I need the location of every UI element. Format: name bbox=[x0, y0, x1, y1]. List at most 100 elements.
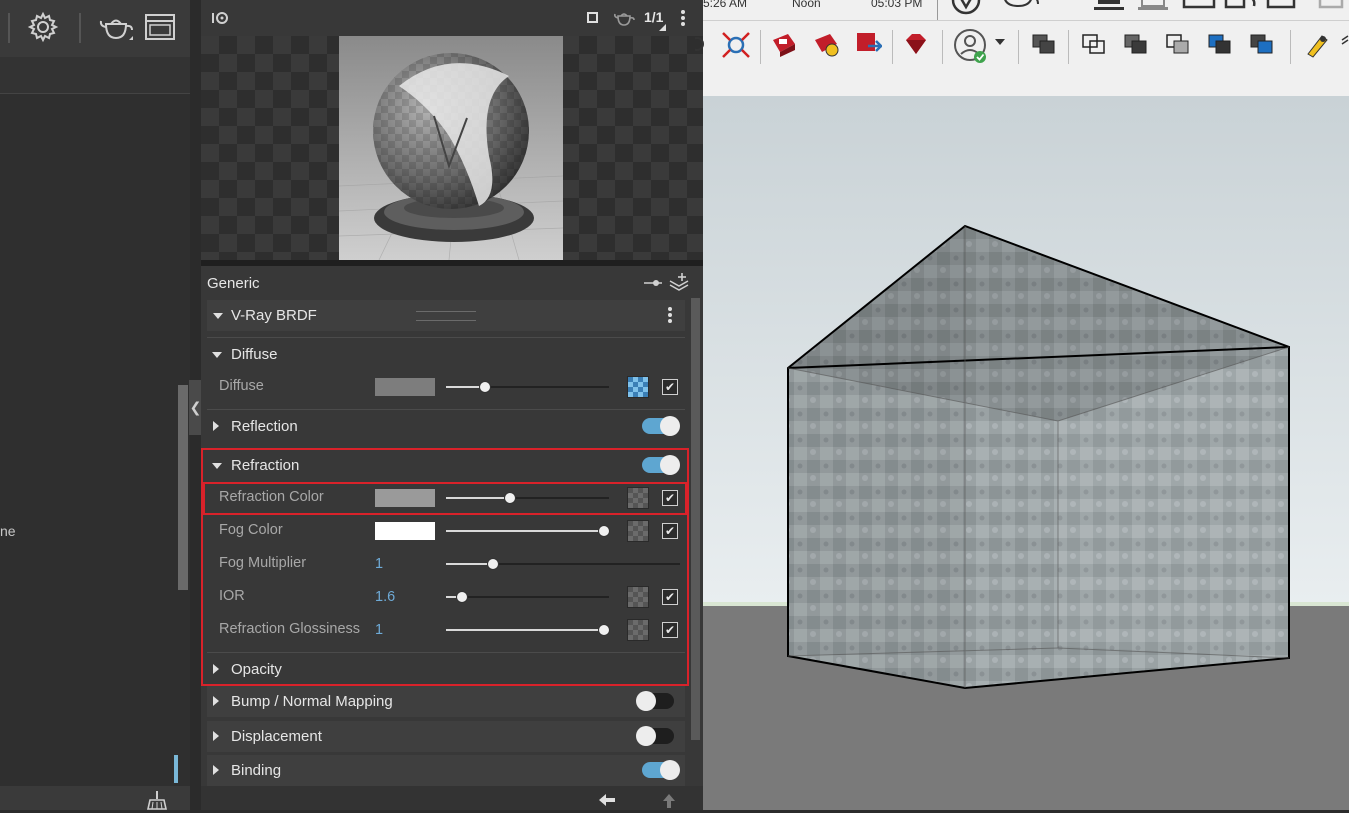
left-partial-text: ne bbox=[0, 523, 16, 539]
refraction-color-texture-map-icon[interactable] bbox=[627, 487, 649, 509]
render-interactive-icon[interactable] bbox=[1136, 0, 1170, 16]
preview-teapot-icon[interactable] bbox=[613, 8, 635, 28]
ior-slider-track[interactable] bbox=[446, 596, 609, 598]
displacement-section-title[interactable]: Displacement bbox=[231, 728, 322, 745]
refraction-glossiness-slider-fill bbox=[446, 629, 605, 631]
fog-multiplier-value[interactable]: 1 bbox=[375, 556, 383, 572]
displacement-expand-caret-icon[interactable] bbox=[213, 731, 219, 741]
teapot-render-icon[interactable] bbox=[97, 10, 135, 44]
refraction-color-swatch[interactable] bbox=[375, 489, 435, 507]
fog-color-enable-checkbox[interactable]: ✔ bbox=[662, 523, 678, 539]
fog-multiplier-slider-knob[interactable] bbox=[486, 558, 499, 570]
left-subbar bbox=[0, 57, 190, 94]
reflection-expand-caret-icon[interactable] bbox=[213, 421, 219, 431]
binding-toggle[interactable] bbox=[642, 760, 680, 780]
refraction-glossiness-enable-checkbox[interactable]: ✔ bbox=[662, 622, 678, 638]
export-vrscene-icon[interactable] bbox=[854, 30, 885, 58]
binding-section-title[interactable]: Binding bbox=[231, 762, 281, 779]
diffuse-texture-map-icon[interactable] bbox=[627, 376, 649, 398]
diffuse-slider-knob[interactable] bbox=[479, 381, 492, 393]
mesh-light-icon[interactable] bbox=[1122, 30, 1150, 58]
preview-lock-icon[interactable] bbox=[210, 8, 232, 28]
diffuse-param-label: Diffuse bbox=[219, 378, 264, 394]
render-teapot-icon[interactable] bbox=[1092, 0, 1126, 16]
refraction-glossiness-slider-knob[interactable] bbox=[598, 624, 611, 636]
gem-material-icon[interactable] bbox=[902, 30, 930, 58]
opacity-section-title[interactable]: Opacity bbox=[231, 661, 282, 678]
clipper-object-icon[interactable] bbox=[1080, 30, 1108, 58]
toolbar-separator bbox=[1290, 30, 1291, 64]
divider bbox=[207, 652, 685, 653]
toolbar-separator bbox=[760, 30, 761, 64]
export-scene-icon[interactable] bbox=[812, 30, 840, 58]
fog-color-slider-knob[interactable] bbox=[598, 525, 611, 537]
preview-more-menu-icon[interactable] bbox=[678, 9, 688, 29]
refraction-collapse-caret-icon[interactable] bbox=[212, 463, 222, 469]
bump-toggle[interactable] bbox=[636, 691, 674, 711]
refraction-toggle[interactable] bbox=[642, 455, 680, 475]
bump-expand-caret-icon[interactable] bbox=[213, 696, 219, 706]
bump-section-title[interactable]: Bump / Normal Mapping bbox=[231, 693, 393, 710]
ior-enable-checkbox[interactable]: ✔ bbox=[662, 589, 678, 605]
diffuse-enable-checkbox[interactable]: ✔ bbox=[662, 379, 678, 395]
account-dropdown-caret-icon[interactable] bbox=[995, 39, 1005, 45]
vray-logo-icon[interactable] bbox=[950, 0, 982, 16]
add-layer-icon[interactable] bbox=[668, 272, 690, 292]
sketchup-3d-viewport[interactable] bbox=[703, 96, 1349, 810]
measure-tape-icon[interactable] bbox=[1302, 30, 1330, 58]
frame-buffer-window-icon[interactable] bbox=[144, 13, 176, 41]
divider bbox=[207, 409, 685, 410]
settings-gear-icon[interactable] bbox=[26, 10, 60, 44]
refraction-glossiness-texture-map-icon[interactable] bbox=[627, 619, 649, 641]
frame-buffer-icon[interactable] bbox=[1182, 0, 1218, 14]
lister-icon[interactable] bbox=[1266, 0, 1302, 14]
partial-tool-icon[interactable] bbox=[690, 36, 707, 56]
broom-cleanup-icon[interactable] bbox=[146, 790, 168, 810]
left-selection-marker bbox=[174, 755, 178, 783]
back-arrow-icon[interactable] bbox=[598, 793, 616, 807]
settings-sliders-icon[interactable] bbox=[643, 276, 663, 290]
refraction-color-label: Refraction Color bbox=[219, 489, 324, 505]
toolbar-separator bbox=[892, 30, 893, 64]
ior-value[interactable]: 1.6 bbox=[375, 589, 395, 605]
left-scrollbar[interactable] bbox=[178, 385, 188, 590]
up-arrow-icon[interactable] bbox=[662, 793, 676, 809]
fog-multiplier-label: Fog Multiplier bbox=[219, 555, 307, 571]
brdf-more-menu-icon[interactable] bbox=[665, 306, 675, 326]
refraction-section-title[interactable]: Refraction bbox=[231, 457, 299, 474]
reflection-section-title[interactable]: Reflection bbox=[231, 418, 298, 435]
displacement-toggle[interactable] bbox=[636, 726, 674, 746]
editor-scrollbar[interactable] bbox=[691, 298, 700, 740]
diffuse-color-swatch[interactable] bbox=[375, 378, 435, 396]
refraction-color-slider-knob[interactable] bbox=[503, 492, 516, 504]
brdf-collapse-caret-icon[interactable] bbox=[213, 313, 223, 319]
binding-expand-caret-icon[interactable] bbox=[213, 765, 219, 775]
diffuse-collapse-caret-icon[interactable] bbox=[212, 352, 222, 358]
import-scene-icon[interactable] bbox=[770, 30, 798, 58]
overflow-tool-icon[interactable] bbox=[1340, 30, 1349, 60]
ior-texture-map-icon[interactable] bbox=[627, 586, 649, 608]
refraction-color-enable-checkbox[interactable]: ✔ bbox=[662, 490, 678, 506]
asset-editor-icon[interactable] bbox=[1224, 0, 1260, 14]
decal-object-icon[interactable] bbox=[1248, 30, 1276, 58]
drag-handle-icon[interactable] bbox=[416, 311, 476, 321]
fog-color-texture-map-icon[interactable] bbox=[627, 520, 649, 542]
scatter-object-icon[interactable] bbox=[1206, 30, 1234, 58]
material-preview-render bbox=[339, 36, 563, 260]
diffuse-section-title[interactable]: Diffuse bbox=[231, 346, 277, 363]
reflection-toggle[interactable] bbox=[642, 416, 680, 436]
opacity-expand-caret-icon[interactable] bbox=[213, 664, 219, 674]
teapot-interactive-icon[interactable] bbox=[1000, 0, 1040, 16]
toolbar-separator bbox=[1068, 30, 1069, 64]
refraction-glossiness-value[interactable]: 1 bbox=[375, 622, 383, 638]
zoom-extents-icon[interactable] bbox=[720, 30, 752, 60]
proxy-object-icon[interactable] bbox=[1030, 30, 1058, 58]
preview-page-indicator: 1/1 bbox=[644, 9, 664, 25]
preview-maximize-icon[interactable] bbox=[587, 12, 598, 23]
fur-object-icon[interactable] bbox=[1164, 30, 1192, 58]
light-gen-icon[interactable] bbox=[1316, 0, 1346, 14]
brdf-title: V-Ray BRDF bbox=[231, 307, 317, 324]
toolbar-separator bbox=[1018, 30, 1019, 64]
vray-account-icon[interactable] bbox=[953, 28, 989, 64]
fog-color-swatch[interactable] bbox=[375, 522, 435, 540]
